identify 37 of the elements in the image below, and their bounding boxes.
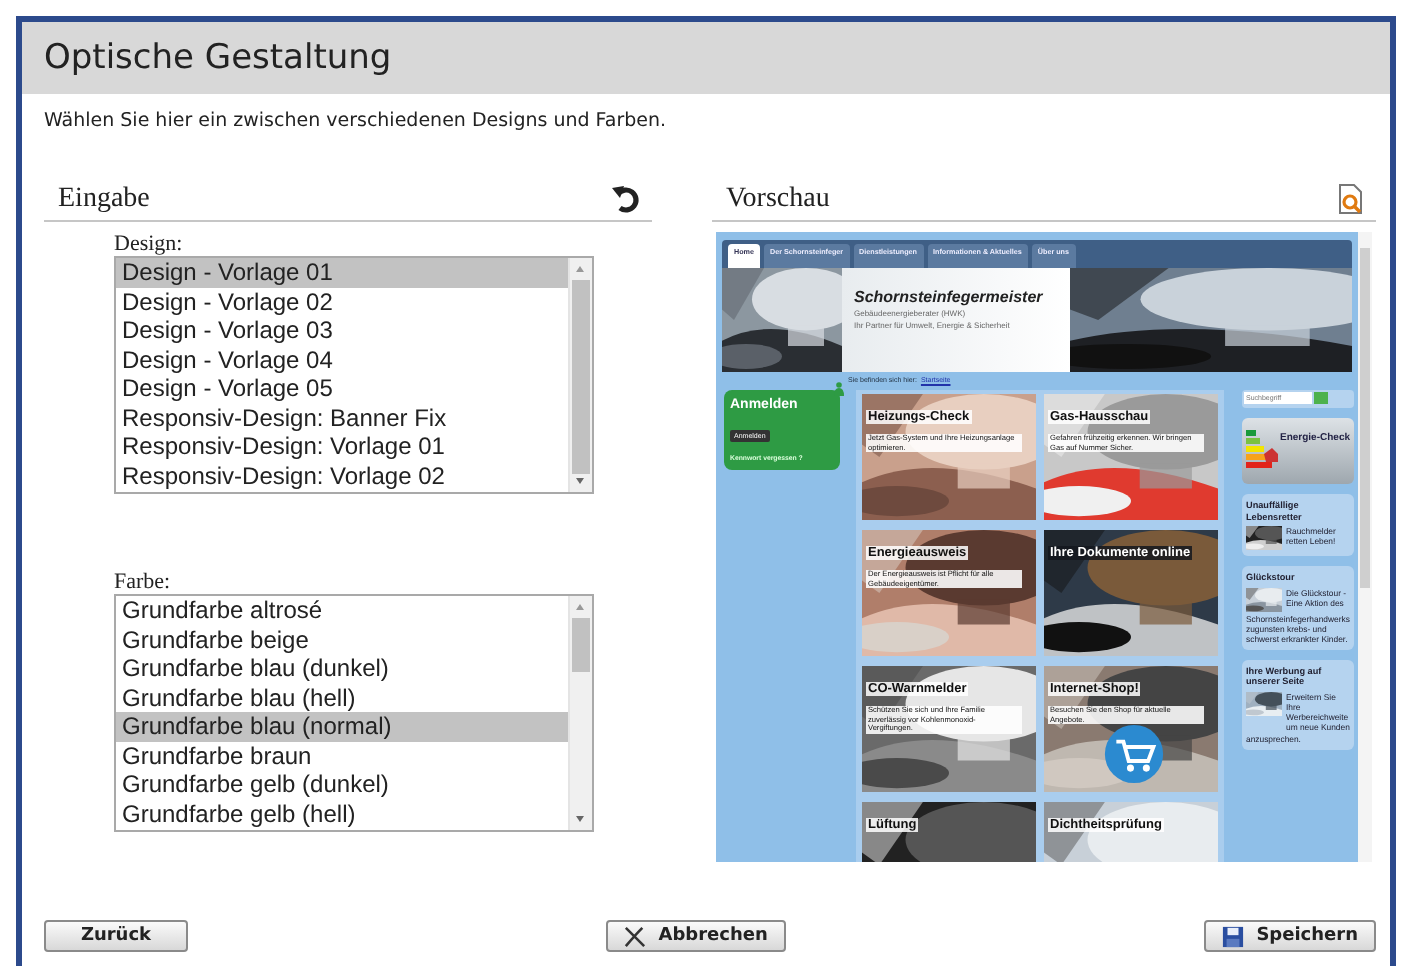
list-option[interactable]: Design - Vorlage 04 [116,345,568,374]
list-option[interactable]: Grundfarbe blau (normal) [116,712,568,741]
site-title: Schornsteinfegermeister [854,288,1045,306]
reset-icon[interactable] [612,184,640,214]
scrollbar[interactable] [568,596,592,830]
design-list[interactable]: Design - Vorlage 01 Design - Vorlage 02 Design - Vorlage 03 Design - Vorlage 04 Design - Vorlage 05 Responsiv-Design: Banner Fix Responsiv-Design: Vorlage 01 Responsiv-Design: Vorlage 02 [114,256,594,494]
list-option[interactable]: Design - Vorlage 01 [116,258,568,287]
panel-heading: Eingabe [58,184,150,218]
window-title: Optische Gestaltung [22,22,1390,94]
cancel-button[interactable]: Abbrechen [606,920,786,952]
color-list[interactable]: Grundfarbe altrosé Grundfarbe beige Grundfarbe blau (dunkel) Grundfarbe blau (hell) Grundfarbe blau (normal) Grundfarbe braun Grundfarbe gelb (dunkel) Grundfarbe gelb (hell) [114,594,594,832]
list-option[interactable]: Grundfarbe braun [116,741,568,770]
cart-icon [1104,724,1164,784]
list-option[interactable]: Responsiv-Design: Banner Fix [116,403,568,432]
field-label: Farbe: [114,572,173,594]
energy-rating-icon [1246,430,1278,474]
list-option[interactable]: Grundfarbe gelb (hell) [116,799,568,828]
save-button[interactable]: Speichern [1204,920,1376,952]
scrollbar[interactable] [1358,232,1372,862]
intro-text: Wählen Sie hier ein zwischen verschiedenen Designs und Farben. [44,110,669,134]
list-option[interactable]: Grundfarbe altrosé [116,596,568,625]
field-label: Design: [114,234,185,256]
scrollbar[interactable] [568,258,592,492]
list-option[interactable]: Grundfarbe gelb (dunkel) [116,770,568,799]
close-icon [624,925,647,947]
search-button[interactable] [1314,392,1328,404]
list-option[interactable]: Grundfarbe blau (hell) [116,683,568,712]
list-option[interactable]: Design - Vorlage 02 [116,287,568,316]
list-option[interactable]: Responsiv-Design: Vorlage 02 [116,461,568,490]
back-button[interactable]: Zurück [44,920,188,952]
list-option[interactable]: Responsiv-Design: Vorlage 01 [116,432,568,461]
list-option[interactable]: Design - Vorlage 03 [116,316,568,345]
list-option[interactable]: Design - Vorlage 05 [116,374,568,403]
list-option[interactable]: Grundfarbe beige [116,625,568,654]
list-option[interactable]: Grundfarbe blau (dunkel) [116,654,568,683]
panel-heading: Vorschau [726,184,830,218]
preview-icon[interactable] [1336,184,1364,214]
